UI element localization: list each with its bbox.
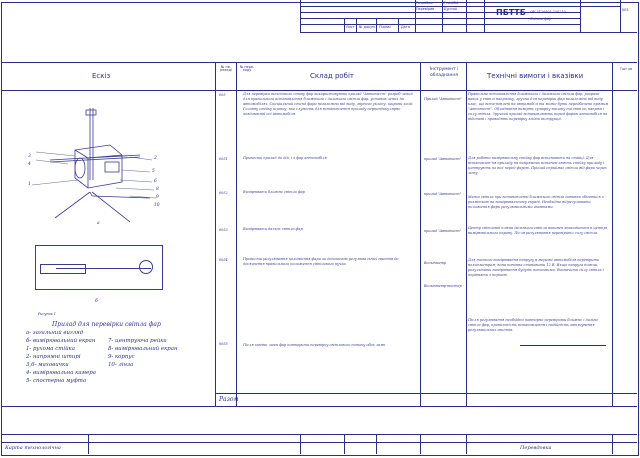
- device-figure-a: [31, 108, 157, 223]
- legend-right-1: 8- вимірювальний екран: [108, 346, 178, 352]
- signature-line: [520, 345, 606, 346]
- step-requirement: Після регулювання необхідно повторно пер…: [468, 318, 599, 332]
- callout-8: 8: [156, 187, 159, 192]
- legend-right-3: 10- лінза: [108, 362, 134, 368]
- item-name: Світло фар: [530, 17, 551, 21]
- header-work-content: Склад робіт: [310, 72, 355, 80]
- step-number: 0051: [219, 157, 228, 161]
- header-step-no2: № пере-ходу: [239, 65, 255, 73]
- form-code: ПБТТБ: [496, 8, 526, 17]
- legend-left-6: 5- спостерна муфта: [26, 378, 87, 384]
- total-label: Разом: [219, 396, 239, 403]
- step-content: Вимірювати ближнє світло фар: [243, 190, 305, 194]
- legend-title: Прилад для перевірки світла фар: [52, 321, 161, 328]
- step-number: 005: [219, 93, 226, 97]
- legend-left-2: 1- рухома стійка: [26, 346, 75, 352]
- step-number: 0054: [219, 258, 228, 262]
- figure-caption: Рисунок 1: [38, 312, 56, 316]
- checker-name: Бусний: [444, 7, 457, 11]
- callout-5: 5: [152, 169, 155, 174]
- footer-card-label: Карта технологічна: [5, 445, 61, 451]
- fig-b-label: б: [95, 299, 98, 304]
- callout-10: 10: [154, 203, 160, 208]
- step-requirement: Центр світлової плями дальнього світла п…: [468, 226, 607, 235]
- col-date-label: Дата: [401, 25, 410, 29]
- header-step-no: № пе-реході: [220, 65, 232, 73]
- step-number: 0052: [219, 191, 228, 195]
- callout-6: 6: [154, 179, 157, 184]
- callout-1: 1: [28, 182, 31, 187]
- legend-left-3: 2- напрямні штирі: [26, 354, 81, 360]
- step-tool: Вольтметр: [424, 261, 446, 265]
- legend-right-0: 7- центруюча рейка: [108, 338, 167, 344]
- step-requirement: Правильне встановлення ближнього і дальн…: [468, 92, 609, 121]
- step-tool-secondary: Вольтметр-тестер: [424, 284, 462, 288]
- header-tools: Інструмент і обладнання: [429, 67, 459, 78]
- step-tool: Прилад "Автотест": [424, 97, 462, 101]
- row-checked-label: Перевірив: [416, 7, 435, 11]
- header-sketch: Ескіз: [92, 72, 111, 80]
- doc-number: ОК 3120505.250210: [530, 10, 566, 14]
- col-doc-label: № докум.: [359, 25, 376, 29]
- step-number: 0055: [219, 342, 228, 346]
- step-tool: прилад "Автотест": [424, 192, 462, 196]
- col-sheet-label: Лист: [346, 25, 355, 29]
- legend-left-1: б- вимірювальний екран: [26, 338, 96, 344]
- row-developed-label: Розробив: [416, 1, 433, 5]
- fig-a-label: а: [97, 221, 100, 226]
- step-requirement: Для роботи вимірювальну стійку фар встан…: [468, 156, 607, 175]
- callout-4: 4: [28, 162, 31, 167]
- legend-left-5: 4- вимірювальна камера: [26, 370, 96, 376]
- header-time: Тшт хв: [619, 67, 633, 71]
- callout-9: 9: [156, 195, 159, 200]
- step-content: Для перевірки технічного стану фар викор…: [243, 92, 414, 116]
- step-requirement: Межа світла при встановленні ближнього с…: [468, 195, 604, 209]
- step-content: Вимірювати дальнє світло фар: [243, 227, 303, 231]
- header-requirements: Технічні вимоги і вказівки: [487, 72, 584, 80]
- legend-right-2: 9- корпус: [108, 354, 135, 360]
- legend-left-0: а- загальний вигляд: [26, 330, 84, 336]
- step-requirement: Для точного вимірювання напругу в мережі…: [468, 258, 604, 277]
- legend-left-4: 3,6- маховички: [26, 362, 69, 368]
- callout-2: 2: [154, 156, 157, 161]
- col-signature-label: Підпис: [379, 25, 392, 29]
- footer-continuation: Перевдовка: [520, 445, 552, 451]
- step-number: 0053: [219, 228, 228, 232]
- step-content: Провести регулювання положення фари за д…: [243, 257, 399, 266]
- sheet-number: 005: [622, 8, 629, 12]
- callout-3: 3: [28, 154, 31, 159]
- developer-name: Стойбій: [443, 1, 459, 5]
- step-tool: прилад "Автотест": [424, 157, 462, 161]
- step-content: Після заміни ламп фар повторити перевірк…: [243, 343, 386, 347]
- step-content: Привести прилад до дій, і з фар автомобі…: [243, 156, 327, 160]
- step-tool: прилад "Автотест": [424, 229, 462, 233]
- screen-figure-b: [35, 245, 163, 290]
